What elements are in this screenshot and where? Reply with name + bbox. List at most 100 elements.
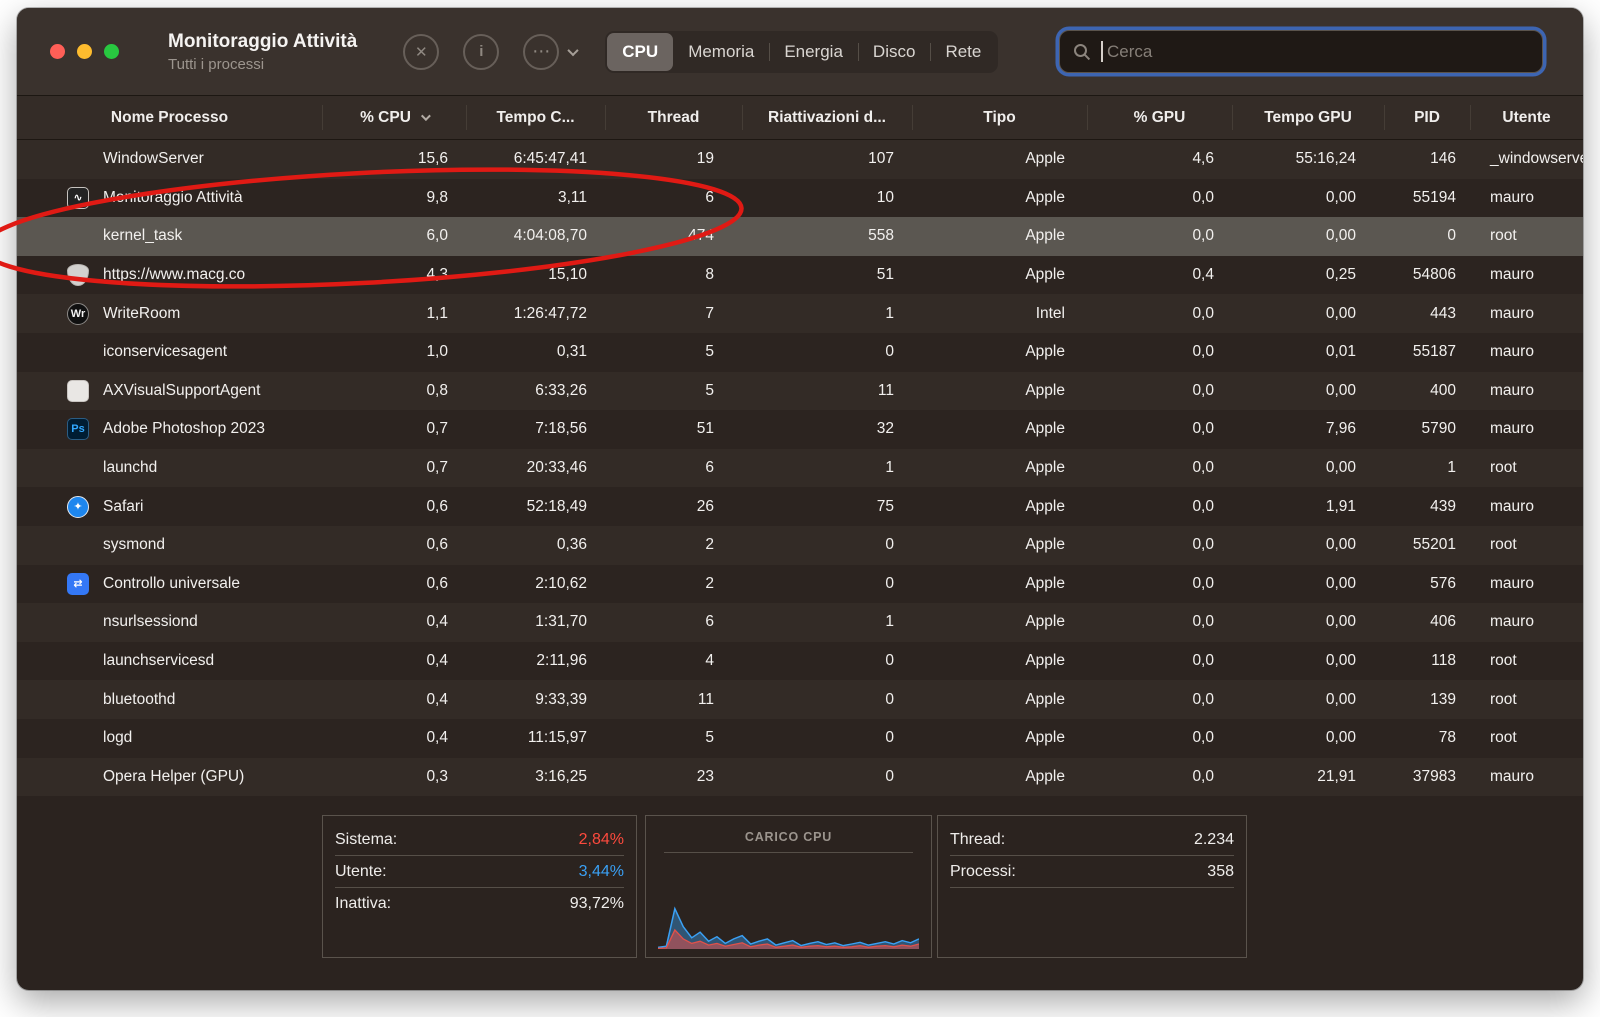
table-row[interactable]: kernel_task6,04:04:08,70474558Apple0,00,… (17, 217, 1583, 256)
cell-wakeups: 558 (742, 217, 912, 256)
process-name: kernel_task (103, 227, 182, 245)
cell-pid: 400 (1384, 372, 1470, 411)
cell-name: sysmond (17, 526, 322, 565)
quit-process-button[interactable]: ✕ (403, 34, 439, 70)
cell-time: 0,36 (466, 526, 605, 565)
table-row[interactable]: Opera Helper (GPU)0,33:16,25230Apple0,02… (17, 758, 1583, 797)
processi-label: Processi: (950, 863, 1016, 881)
table-row[interactable]: ✦Safari0,652:18,492675Apple0,01,91439mau… (17, 487, 1583, 526)
table-row[interactable]: PsAdobe Photoshop 20230,77:18,565132Appl… (17, 410, 1583, 449)
inspect-button[interactable]: i (463, 34, 499, 70)
table-row[interactable]: launchd0,720:33,4661Apple0,00,001root (17, 449, 1583, 488)
cell-gpu_time: 0,00 (1232, 294, 1384, 333)
cell-kind: Intel (912, 294, 1087, 333)
chevron-down-icon[interactable] (568, 44, 579, 55)
segmented-control: CPUMemoriaEnergiaDiscoRete (605, 31, 998, 73)
table-row[interactable]: https://www.macg.co4,315,10851Apple0,40,… (17, 256, 1583, 295)
cell-cpu: 0,8 (322, 372, 466, 411)
cell-pid: 0 (1384, 217, 1470, 256)
cell-pid: 118 (1384, 642, 1470, 681)
traffic-lights (50, 44, 119, 59)
inattiva-label: Inattiva: (335, 895, 391, 913)
table-row[interactable]: iconservicesagent1,00,3150Apple0,00,0155… (17, 333, 1583, 372)
cell-cpu: 0,6 (322, 565, 466, 604)
cell-user: root (1470, 642, 1583, 681)
table-row[interactable]: bluetoothd0,49:33,39110Apple0,00,00139ro… (17, 680, 1583, 719)
column-header-user[interactable]: Utente (1470, 96, 1583, 139)
column-header-gpu[interactable]: % GPU (1087, 96, 1232, 139)
column-header-gpu_time[interactable]: Tempo GPU (1232, 96, 1384, 139)
cell-gpu_time: 0,00 (1232, 449, 1384, 488)
cell-gpu_time: 0,00 (1232, 565, 1384, 604)
column-header-cpu[interactable]: % CPU (322, 96, 466, 139)
cell-cpu: 0,7 (322, 410, 466, 449)
cell-cpu: 0,4 (322, 603, 466, 642)
cell-time: 15,10 (466, 256, 605, 295)
cell-user: mauro (1470, 487, 1583, 526)
cell-cpu: 1,1 (322, 294, 466, 333)
cell-user: mauro (1470, 294, 1583, 333)
table-row[interactable]: logd0,411:15,9750Apple0,00,0078root (17, 719, 1583, 758)
table-row[interactable]: AXVisualSupportAgent0,86:33,26511Apple0,… (17, 372, 1583, 411)
process-name: Adobe Photoshop 2023 (103, 420, 265, 438)
cell-kind: Apple (912, 449, 1087, 488)
cell-name: iconservicesagent (17, 333, 322, 372)
universal-control-icon: ⇄ (67, 573, 89, 595)
cell-gpu: 0,0 (1087, 179, 1232, 218)
cell-threads: 2 (605, 565, 742, 604)
cell-gpu: 0,4 (1087, 256, 1232, 295)
more-options-button[interactable]: ⋯ (523, 34, 559, 70)
cell-time: 4:04:08,70 (466, 217, 605, 256)
cell-gpu_time: 55:16,24 (1232, 140, 1384, 179)
cell-gpu_time: 0,00 (1232, 526, 1384, 565)
process-name: launchd (103, 459, 157, 477)
table-row[interactable]: WrWriteRoom1,11:26:47,7271Intel0,00,0044… (17, 294, 1583, 333)
process-name: bluetoothd (103, 691, 175, 709)
cell-cpu: 6,0 (322, 217, 466, 256)
tab-energia[interactable]: Energia (769, 33, 858, 71)
table-row[interactable]: ⇄Controllo universale0,62:10,6220Apple0,… (17, 565, 1583, 604)
cell-wakeups: 75 (742, 487, 912, 526)
zoom-button[interactable] (104, 44, 119, 59)
cell-threads: 11 (605, 680, 742, 719)
photoshop-icon: Ps (67, 418, 89, 440)
cell-cpu: 0,4 (322, 680, 466, 719)
search-input[interactable]: Cerca (1059, 30, 1543, 73)
column-header-threads[interactable]: Thread (605, 96, 742, 139)
cell-gpu: 0,0 (1087, 680, 1232, 719)
cell-threads: 26 (605, 487, 742, 526)
cell-name: kernel_task (17, 217, 322, 256)
cell-wakeups: 32 (742, 410, 912, 449)
column-header-wakeups[interactable]: Riattivazioni d... (742, 96, 912, 139)
close-button[interactable] (50, 44, 65, 59)
column-header-time[interactable]: Tempo C... (466, 96, 605, 139)
process-name: Monitoraggio Attività (103, 189, 243, 207)
text-caret (1101, 41, 1103, 62)
cell-threads: 23 (605, 758, 742, 797)
tab-disco[interactable]: Disco (858, 33, 931, 71)
tab-memoria[interactable]: Memoria (673, 33, 769, 71)
tab-cpu[interactable]: CPU (607, 33, 673, 71)
cell-gpu: 0,0 (1087, 719, 1232, 758)
cell-user: root (1470, 680, 1583, 719)
table-row[interactable]: launchservicesd0,42:11,9640Apple0,00,001… (17, 642, 1583, 681)
minimize-button[interactable] (77, 44, 92, 59)
table-row[interactable]: nsurlsessiond0,41:31,7061Apple0,00,00406… (17, 603, 1583, 642)
column-header-pid[interactable]: PID (1384, 96, 1470, 139)
cell-pid: 5790 (1384, 410, 1470, 449)
cell-wakeups: 0 (742, 719, 912, 758)
column-header-kind[interactable]: Tipo (912, 96, 1087, 139)
cell-name: AXVisualSupportAgent (17, 372, 322, 411)
cell-user: mauro (1470, 565, 1583, 604)
cell-user: mauro (1470, 179, 1583, 218)
cell-wakeups: 1 (742, 449, 912, 488)
table-row[interactable]: WindowServer15,66:45:47,4119107Apple4,65… (17, 140, 1583, 179)
cell-time: 3,11 (466, 179, 605, 218)
table-row[interactable]: sysmond0,60,3620Apple0,00,0055201root (17, 526, 1583, 565)
cell-gpu: 0,0 (1087, 410, 1232, 449)
table-row[interactable]: ∿Monitoraggio Attività9,83,11610Apple0,0… (17, 179, 1583, 218)
column-header-name[interactable]: Nome Processo (17, 96, 322, 139)
quit-process-icon: ✕ (415, 43, 428, 61)
cell-threads: 5 (605, 333, 742, 372)
tab-rete[interactable]: Rete (930, 33, 996, 71)
